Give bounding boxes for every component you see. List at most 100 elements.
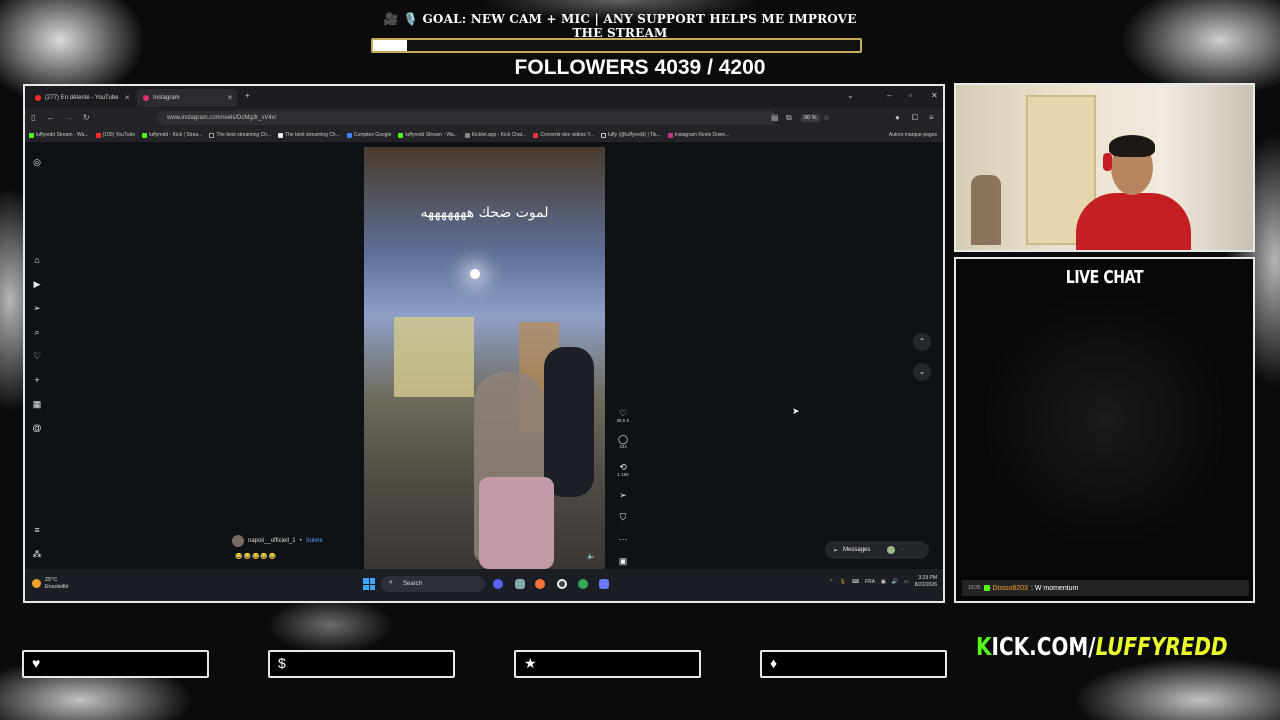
home-icon[interactable]: ⌂ bbox=[31, 254, 43, 266]
maximize-button[interactable]: ▫ bbox=[909, 91, 912, 100]
kick-username: LUFFYREDD bbox=[1095, 632, 1228, 661]
save-button[interactable]: ⛉ bbox=[616, 512, 630, 522]
chrome-icon[interactable] bbox=[578, 579, 588, 589]
microphone-icon[interactable]: 🎙 bbox=[839, 579, 845, 585]
clock[interactable]: 3:29 PM 8/22/2026 bbox=[915, 575, 937, 589]
battery-icon[interactable]: ▭ bbox=[904, 579, 909, 585]
reel-emojis: 😂😂😂😂😂 bbox=[235, 554, 278, 560]
address-bar-row: ▯ ← → ↻ www.instagram.com/reels/DcMg3r_s… bbox=[25, 108, 943, 128]
forward-button[interactable]: → bbox=[65, 113, 73, 122]
goal-text: 🎥 🎙️ GOAL: NEW CAM + MIC | ANY SUPPORT H… bbox=[383, 12, 857, 40]
obs-icon[interactable] bbox=[557, 579, 567, 589]
other-bookmarks-folder[interactable]: Autres marque-pages bbox=[889, 132, 937, 138]
webcam-scene-hair bbox=[1109, 135, 1155, 157]
social-box-heart: ♥ bbox=[22, 650, 209, 678]
mouse-cursor-icon: ➤ bbox=[792, 406, 800, 416]
bookmark-star-icon[interactable]: ☆ bbox=[823, 113, 830, 122]
heart-icon: ♥ bbox=[32, 655, 41, 671]
bookmark-item[interactable]: The best streaming Ch... bbox=[278, 132, 340, 138]
notifications-heart-icon[interactable]: ♡ bbox=[31, 350, 43, 362]
firefox-icon[interactable] bbox=[535, 579, 545, 589]
new-tab-button[interactable]: + bbox=[245, 91, 250, 100]
language-indicator[interactable]: FRA bbox=[865, 579, 875, 585]
bookmark-item[interactable]: luffyredd - Kick | Strea... bbox=[142, 132, 202, 138]
dollar-icon: $ bbox=[278, 655, 286, 671]
youtube-icon bbox=[35, 95, 41, 101]
temperature: 25°C bbox=[45, 577, 58, 583]
tab-youtube[interactable]: (277) En détente - YouTube ✕ bbox=[29, 89, 134, 107]
avatar bbox=[232, 535, 244, 547]
minimize-button[interactable]: – bbox=[887, 91, 891, 100]
weather-widget[interactable]: 25°C Ensoleillé bbox=[32, 577, 69, 591]
start-button[interactable] bbox=[363, 578, 375, 590]
more-menu-icon[interactable]: ≡ bbox=[31, 524, 43, 536]
chevron-up-icon[interactable]: ⌃ bbox=[829, 579, 833, 585]
screenshot-icon[interactable]: ⧉ bbox=[786, 113, 792, 123]
bookmark-item[interactable]: Comptes Google bbox=[346, 132, 391, 138]
comment-button[interactable]: ◯ 434 bbox=[616, 434, 630, 449]
back-button[interactable]: ← bbox=[47, 113, 55, 122]
taskbar-search[interactable]: ⌕ Search bbox=[381, 576, 485, 592]
reload-button[interactable]: ↻ bbox=[83, 113, 90, 122]
more-options-button[interactable]: ··· bbox=[616, 534, 630, 544]
chat-message: 10:35 Dosso8203 : W momentum bbox=[962, 580, 1249, 596]
extensions-icon[interactable]: ⧠ bbox=[912, 113, 918, 123]
heart-icon: ♡ bbox=[618, 408, 628, 418]
bookmark-item[interactable]: The best streaming Ch... bbox=[209, 132, 271, 138]
discord-icon[interactable] bbox=[493, 579, 503, 589]
reel-video[interactable]: لموت ضحك هههههههه 🔈 bbox=[364, 147, 605, 569]
close-tab-icon[interactable]: ✕ bbox=[227, 94, 233, 102]
calculator-icon[interactable] bbox=[515, 579, 525, 589]
reel-author[interactable]: napoli__officiell_1 • Suivre bbox=[232, 535, 323, 547]
instagram-logo-icon[interactable]: ◎ bbox=[31, 156, 43, 168]
social-box-dollar: $ bbox=[268, 650, 455, 678]
messages-button[interactable]: ➢ Messages ··· bbox=[825, 541, 929, 559]
bookmark-icon: ⛉ bbox=[619, 512, 627, 522]
network-icon[interactable]: ▣ bbox=[881, 579, 886, 585]
star-icon: ★ bbox=[524, 655, 537, 671]
author-name: napoli__officiell_1 bbox=[248, 538, 296, 544]
bookmark-item[interactable]: luffy (@luffyredd) | Tik... bbox=[601, 132, 661, 138]
sidebar-toggle-icon[interactable]: ▯ bbox=[31, 113, 35, 122]
close-window-button[interactable]: ✕ bbox=[931, 91, 938, 100]
audio-icon: ▣ bbox=[618, 556, 628, 566]
repost-button[interactable]: ⟲ 1 168 bbox=[616, 462, 630, 477]
app-icon[interactable] bbox=[599, 579, 609, 589]
url-field[interactable]: www.instagram.com/reels/DcMg3r_sV4x/ bbox=[157, 111, 777, 125]
zoom-level[interactable]: 90 % bbox=[801, 114, 820, 122]
reader-icon[interactable]: ▤ bbox=[771, 113, 779, 122]
threads-icon[interactable]: @ bbox=[31, 422, 43, 434]
previous-reel-button[interactable]: ⌃ bbox=[913, 333, 931, 351]
bookmark-item[interactable]: Convertir des vidéos Y... bbox=[533, 132, 594, 138]
bookmark-item[interactable]: luffyredd Stream - Wa... bbox=[398, 132, 458, 138]
like-button[interactable]: ♡ 38,5 K bbox=[616, 408, 630, 423]
share-button[interactable]: ➢ bbox=[616, 490, 630, 500]
next-reel-button[interactable]: ⌄ bbox=[913, 363, 931, 381]
account-icon[interactable]: ● bbox=[895, 113, 900, 122]
create-icon[interactable]: + bbox=[31, 374, 43, 386]
meta-apps-icon[interactable]: ⁂ bbox=[31, 548, 43, 560]
direct-icon[interactable]: ➢ bbox=[31, 302, 43, 314]
bookmark-item[interactable]: Kicklet.app - Kick Chat... bbox=[464, 132, 526, 138]
close-tab-icon[interactable]: ✕ bbox=[124, 94, 130, 102]
audio-thumbnail[interactable]: ▣ bbox=[616, 556, 630, 566]
tab-list-chevron-icon[interactable]: ⌄ bbox=[847, 91, 854, 100]
menu-icon[interactable]: ≡ bbox=[929, 113, 934, 122]
kick-domain: ICK.COM/ bbox=[991, 632, 1096, 661]
webcam-scene-plant bbox=[971, 175, 1001, 245]
webcam-scene-jersey bbox=[1076, 193, 1191, 250]
mute-icon[interactable]: 🔈 bbox=[587, 552, 596, 560]
comment-icon: ◯ bbox=[617, 434, 629, 444]
follow-button[interactable]: Suivre bbox=[306, 538, 323, 544]
bookmark-item[interactable]: Instagram Reels Down... bbox=[667, 132, 729, 138]
tab-instagram[interactable]: Instagram ✕ bbox=[137, 89, 237, 107]
volume-icon[interactable]: 🔊 bbox=[892, 579, 898, 585]
reels-icon[interactable]: ▶ bbox=[31, 278, 43, 290]
keyboard-icon[interactable]: ⌨ bbox=[852, 579, 859, 585]
bookmark-item[interactable]: (100) YouTube bbox=[95, 132, 135, 138]
bookmark-item[interactable]: luffyredd Stream - Wa... bbox=[29, 132, 89, 138]
social-box-star: ★ bbox=[514, 650, 701, 678]
kick-channel-url: KICK.COM/LUFFYREDD bbox=[976, 632, 1228, 672]
search-icon[interactable]: ⌕ bbox=[31, 326, 43, 338]
dashboard-icon[interactable]: ▦ bbox=[31, 398, 43, 410]
